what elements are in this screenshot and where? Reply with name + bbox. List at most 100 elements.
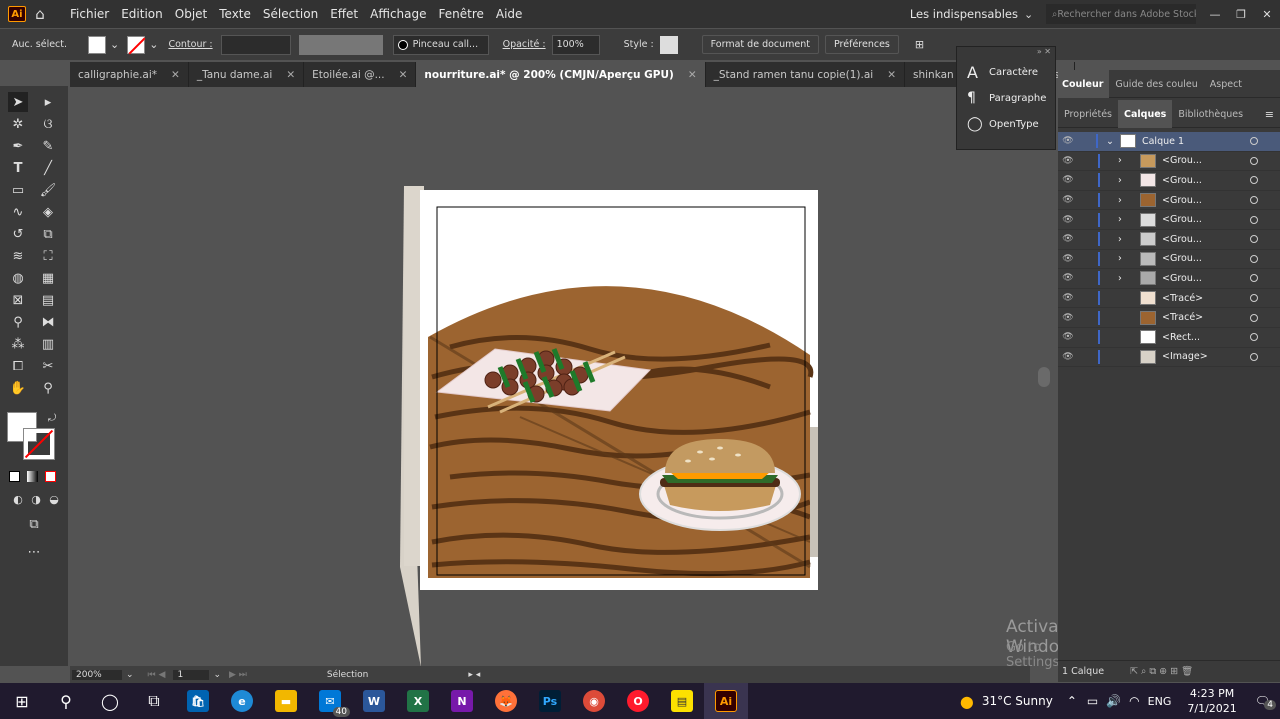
visibility-eye-icon[interactable]: 👁 (1058, 313, 1078, 323)
stroke-label[interactable]: Contour : (168, 39, 212, 50)
chevron-right-icon[interactable]: › (1118, 195, 1134, 206)
hand-tool-icon[interactable]: ✋ (8, 378, 28, 398)
menu-2[interactable]: Objet (169, 7, 213, 21)
close-tab-icon[interactable]: ✕ (286, 69, 295, 81)
status-menu-icon[interactable]: ▸ ◂ (468, 670, 480, 680)
layer-row[interactable]: 👁 <Tracé> (1058, 308, 1280, 328)
lasso-icon[interactable]: ଓ (38, 114, 58, 134)
tab-guide-couleurs[interactable]: Guide des couleu (1109, 70, 1203, 98)
chrome-icon[interactable]: ◉ (572, 683, 616, 719)
zoom-tool-icon[interactable]: ⚲ (38, 378, 58, 398)
menu-4[interactable]: Sélection (257, 7, 324, 21)
panel-character[interactable]: A Caractère (957, 59, 1055, 85)
illustrator-icon[interactable]: Ai (704, 683, 748, 719)
tab-couleur[interactable]: Couleur (1058, 70, 1110, 98)
chevron-right-icon[interactable]: › (1118, 234, 1134, 245)
file-explorer-icon[interactable]: ▬ (264, 683, 308, 719)
target-circle-icon[interactable] (1250, 352, 1258, 361)
draw-inside-icon[interactable]: ◒ (44, 489, 64, 509)
target-circle-icon[interactable] (1250, 215, 1258, 224)
visibility-eye-icon[interactable]: 👁 (1058, 156, 1078, 166)
stroke-swatch[interactable] (127, 35, 146, 54)
gradient-mode-icon[interactable] (27, 471, 38, 482)
visibility-eye-icon[interactable]: 👁 (1058, 254, 1078, 264)
visibility-eye-icon[interactable]: 👁 (1058, 273, 1078, 283)
panel-menu-icon[interactable]: ≡ (1259, 100, 1280, 127)
panel-collapse-icon[interactable]: » ✕ (957, 47, 1055, 59)
line-tool-icon[interactable]: ╱ (38, 158, 58, 178)
menu-5[interactable]: Effet (324, 7, 364, 21)
language-indicator[interactable]: ENG (1148, 695, 1172, 708)
blend-tool-icon[interactable]: ⧓ (38, 312, 58, 332)
swap-colors-icon[interactable]: ⤾ (42, 408, 62, 428)
brush-select[interactable]: Pinceau call... (392, 34, 489, 55)
minimize-icon[interactable]: — (1202, 8, 1228, 21)
notification-icon[interactable]: 🗨 4 (1255, 694, 1276, 710)
visibility-eye-icon[interactable]: 👁 (1058, 195, 1078, 205)
layer-row[interactable]: 👁 › <Grou... (1058, 152, 1280, 172)
panel-paragraph[interactable]: ¶ Paragraphe (957, 85, 1055, 111)
color-mode-icon[interactable] (9, 471, 20, 482)
visibility-eye-icon[interactable]: 👁 (1058, 352, 1078, 362)
warp-tool-icon[interactable]: ≋ (8, 246, 28, 266)
word-icon[interactable]: W (352, 683, 396, 719)
tab-calques[interactable]: Calques (1118, 100, 1173, 128)
target-circle-icon[interactable] (1250, 176, 1258, 185)
pen-tool-icon[interactable]: ✒ (8, 136, 28, 156)
layer-row-calque-1[interactable]: 👁 ⌄ Calque 1 (1058, 132, 1280, 152)
chevron-down-icon[interactable]: ⌄ (110, 38, 119, 51)
tray-chevron-icon[interactable]: ⌃ (1067, 694, 1077, 708)
layer-row[interactable]: 👁 › <Grou... (1058, 191, 1280, 211)
layer-row[interactable]: 👁 › <Grou... (1058, 210, 1280, 230)
visibility-eye-icon[interactable]: 👁 (1058, 332, 1078, 342)
onenote-icon[interactable]: N (440, 683, 484, 719)
vertical-scrollbar[interactable] (1038, 367, 1050, 387)
visibility-eye-icon[interactable]: 👁 (1058, 215, 1078, 225)
artboard-tool-icon[interactable]: ⧠ (8, 356, 28, 376)
document-tab[interactable]: _Tanu dame.ai ✕ (189, 62, 305, 87)
wifi-icon[interactable]: ◠ (1129, 694, 1139, 708)
network-icon[interactable]: ▭ (1087, 694, 1098, 708)
stroke-color-box[interactable] (23, 428, 55, 460)
artboard-nav-prev-icon[interactable]: ⏮ ◀ (148, 670, 166, 680)
fill-swatch[interactable] (88, 35, 106, 54)
cortana-icon[interactable]: ◯ (88, 683, 132, 719)
direct-selection-tool-icon[interactable]: ▸ (38, 92, 58, 112)
type-tool-icon[interactable]: T (8, 158, 28, 178)
tab-aspect[interactable]: Aspect (1204, 70, 1248, 98)
layer-row[interactable]: 👁 <Tracé> (1058, 289, 1280, 309)
chevron-right-icon[interactable]: › (1118, 155, 1134, 166)
shape-builder-icon[interactable]: ◍ (8, 268, 28, 288)
clock[interactable]: 4:23 PM 7/1/2021 (1187, 686, 1236, 716)
target-circle-icon[interactable] (1250, 137, 1258, 146)
gradient-tool-icon[interactable]: ▤ (38, 290, 58, 310)
draw-normal-icon[interactable]: ◐ (8, 489, 28, 509)
target-circle-icon[interactable] (1250, 313, 1258, 322)
store-icon[interactable]: 🛍 (176, 683, 220, 719)
task-view-icon[interactable]: ⧉ (132, 683, 176, 719)
mesh-tool-icon[interactable]: ⊠ (8, 290, 28, 310)
firefox-icon[interactable]: 🦊 (484, 683, 528, 719)
chevron-down-icon[interactable]: ⌄ (149, 38, 158, 51)
align-icon[interactable]: ⊞ (915, 38, 924, 51)
restore-icon[interactable]: ❐ (1228, 8, 1254, 21)
sticky-notes-icon[interactable]: ▤ (660, 683, 704, 719)
document-tab[interactable]: Etoilée.ai @... ✕ (304, 62, 417, 87)
selection-tool-icon[interactable]: ➤ (8, 92, 28, 112)
menu-1[interactable]: Edition (115, 7, 169, 21)
chevron-right-icon[interactable]: › (1118, 214, 1134, 225)
target-circle-icon[interactable] (1250, 235, 1258, 244)
visibility-eye-icon[interactable]: 👁 (1058, 175, 1078, 185)
shaper-tool-icon[interactable]: ∿ (8, 202, 28, 222)
target-circle-icon[interactable] (1250, 254, 1258, 263)
layer-row[interactable]: 👁 <Rect... (1058, 328, 1280, 348)
layer-actions-icons[interactable]: ⇱ ⌕ ⧉ ⊕ ⊞ 🗑 (1130, 666, 1193, 677)
layer-row[interactable]: 👁 › <Grou... (1058, 269, 1280, 289)
layer-row[interactable]: 👁 › <Grou... (1058, 250, 1280, 270)
canvas-area[interactable]: Activate Windows Go to Settings to activ… (70, 87, 1082, 715)
menu-0[interactable]: Fichier (64, 7, 115, 21)
close-tab-icon[interactable]: ✕ (887, 69, 896, 81)
close-icon[interactable]: ✕ (1254, 8, 1280, 21)
variable-width-profile[interactable] (298, 34, 383, 55)
chevron-down-icon[interactable]: ⌄ (213, 670, 221, 680)
